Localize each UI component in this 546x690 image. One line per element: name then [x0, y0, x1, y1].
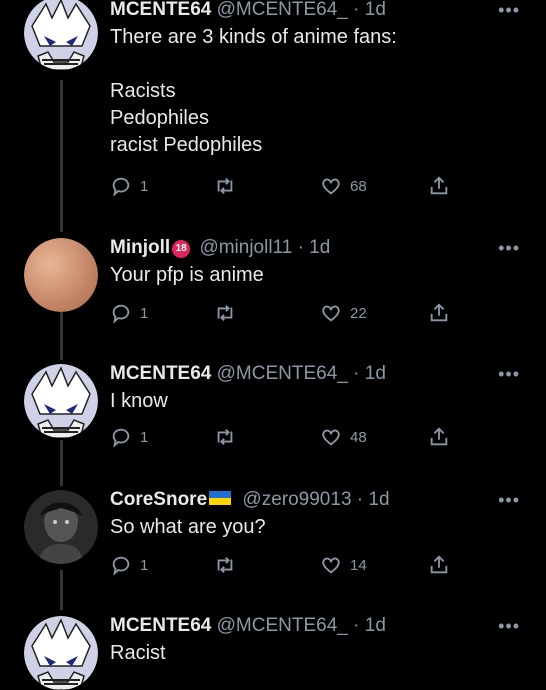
retweet-button[interactable] [214, 426, 244, 448]
share-button[interactable] [428, 554, 458, 576]
share-icon [430, 427, 448, 446]
share-button[interactable] [428, 426, 458, 448]
timestamp[interactable]: · 1d [353, 363, 386, 384]
avatar[interactable] [24, 490, 98, 564]
handle[interactable]: @MCENTE64_ [217, 363, 348, 384]
tweet-header: MCENTE64 @MCENTE64_ · 1d [110, 362, 496, 386]
tweet-header: Minjoll 18 @minjoll11 · 1d [110, 236, 496, 260]
ukraine-flag-icon [209, 491, 232, 505]
heart-icon [322, 557, 340, 574]
tweet-text-line: I know [110, 390, 168, 412]
like-button[interactable]: 22 [320, 302, 367, 324]
handle[interactable]: @MCENTE64_ [217, 0, 348, 20]
tweet-text-line [110, 51, 496, 78]
timestamp[interactable]: · 1d [353, 615, 386, 636]
tweet-text-line: Racists [110, 80, 176, 102]
tweet-text-line: So what are you? [110, 516, 266, 538]
avatar[interactable] [24, 616, 98, 690]
handle[interactable]: @minjoll11 [199, 237, 292, 258]
reply-icon [112, 428, 130, 448]
avatar[interactable] [24, 238, 98, 312]
heart-icon [322, 305, 340, 322]
retweet-button[interactable] [214, 175, 244, 197]
tweet-text-line: racist Pedophiles [110, 134, 263, 156]
display-name[interactable]: MCENTE64 [110, 363, 211, 384]
tweet-actions: 1 48 [110, 426, 470, 452]
display-name[interactable]: Minjoll [110, 237, 170, 258]
retweet-icon [217, 429, 233, 445]
thread-line [60, 312, 63, 360]
share-icon [430, 303, 448, 322]
heart-icon [322, 178, 340, 195]
like-button[interactable]: 68 [320, 175, 367, 197]
like-button[interactable]: 14 [320, 554, 367, 576]
more-icon[interactable]: ••• [498, 0, 520, 21]
reply-count: 1 [140, 304, 149, 322]
tweet-header: MCENTE64 @MCENTE64_ · 1d [110, 614, 496, 638]
tweet-text: There are 3 kinds of anime fans: Racists… [110, 24, 496, 159]
reply-button[interactable]: 1 [110, 554, 148, 576]
like-count: 14 [350, 556, 367, 574]
tweet-text-line: Racist [110, 642, 166, 664]
reply-count: 1 [140, 428, 149, 446]
timestamp[interactable]: · 1d [298, 237, 331, 258]
heart-icon [322, 429, 340, 446]
tweet-actions: 1 14 [110, 554, 470, 580]
reply-icon [112, 304, 130, 324]
share-icon [430, 555, 448, 574]
tweet-actions: 1 68 [110, 175, 470, 201]
like-button[interactable]: 48 [320, 426, 367, 448]
share-button[interactable] [428, 175, 458, 197]
more-icon[interactable]: ••• [498, 364, 520, 385]
more-icon[interactable]: ••• [498, 616, 520, 637]
like-count: 48 [350, 428, 367, 446]
display-name[interactable]: MCENTE64 [110, 0, 211, 20]
reply-button[interactable]: 1 [110, 175, 148, 197]
tweet-header: MCENTE64 @MCENTE64_ · 1d [110, 0, 496, 22]
avatar[interactable] [24, 364, 98, 438]
retweet-button[interactable] [214, 302, 244, 324]
reply-count: 1 [140, 556, 149, 574]
thread-line [60, 570, 63, 610]
age-18-badge-icon: 18 [172, 240, 191, 258]
reply-count: 1 [140, 177, 149, 195]
handle[interactable]: @MCENTE64_ [217, 615, 348, 636]
tweet-text: I know [110, 388, 496, 415]
retweet-icon [217, 178, 233, 194]
anime-avatar-icon [24, 616, 98, 690]
more-icon[interactable]: ••• [498, 490, 520, 511]
avatar[interactable] [24, 0, 98, 70]
anime-avatar-icon [24, 364, 98, 438]
share-button[interactable] [428, 302, 458, 324]
like-count: 68 [350, 177, 367, 195]
timestamp[interactable]: · 1d [353, 0, 386, 20]
tweet-text-line: Your pfp is anime [110, 264, 264, 286]
more-icon[interactable]: ••• [498, 238, 520, 259]
tweet-text: Your pfp is anime [110, 262, 496, 289]
retweet-button[interactable] [214, 554, 244, 576]
reply-button[interactable]: 1 [110, 302, 148, 324]
reply-icon [112, 556, 130, 576]
tweet-actions: 1 22 [110, 302, 470, 328]
reply-button[interactable]: 1 [110, 426, 148, 448]
like-count: 22 [350, 304, 367, 322]
thread-line [60, 80, 63, 232]
tweet-text-line: Pedophiles [110, 107, 209, 129]
tweet-text-line: There are 3 kinds of anime fans: [110, 26, 397, 48]
display-name[interactable]: CoreSnore [110, 489, 207, 510]
tweet-text: So what are you? [110, 514, 496, 541]
anime-avatar-icon [24, 0, 98, 70]
timestamp[interactable]: · 1d [357, 489, 390, 510]
skin-tone-avatar-icon [24, 238, 98, 312]
display-name[interactable]: MCENTE64 [110, 615, 211, 636]
thread-line [60, 440, 63, 486]
dark-portrait-avatar-icon [24, 490, 98, 564]
handle[interactable]: @zero99013 [242, 489, 351, 510]
reply-icon [112, 177, 130, 197]
share-icon [430, 176, 448, 195]
tweet-text: Racist [110, 640, 496, 667]
retweet-icon [217, 305, 233, 321]
tweet-header: CoreSnore @zero99013 · 1d [110, 488, 496, 512]
retweet-icon [217, 557, 233, 573]
